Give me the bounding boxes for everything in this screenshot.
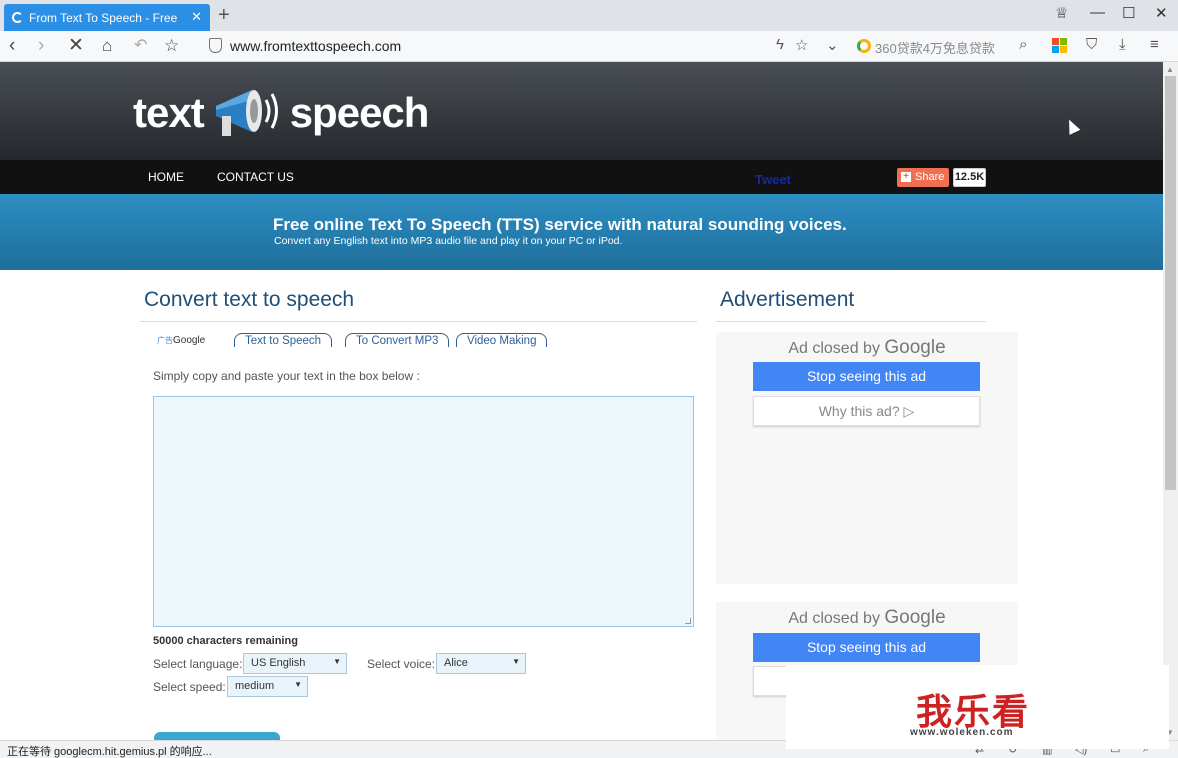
close-icon[interactable]: ✕ (1155, 4, 1168, 22)
advertisement-title: Advertisement (720, 288, 855, 311)
undo-icon[interactable]: ↶ (134, 35, 147, 57)
voice-value: Alice (444, 657, 468, 669)
ad-label-prefix: 广告 (157, 336, 173, 345)
plus-icon: + (901, 172, 911, 182)
logo-text-right: speech (289, 89, 430, 136)
chevron-down-icon[interactable]: ⌄ (826, 36, 839, 54)
search-engine-icon (857, 39, 871, 53)
scroll-up-icon[interactable]: ▲ (1166, 65, 1174, 74)
share-count: 12.5K (953, 168, 986, 187)
tab-title: From Text To Speech - Free (29, 10, 178, 25)
url-input[interactable]: www.fromtexttospeech.com (230, 38, 401, 54)
ad-label-brand: Google (173, 335, 206, 346)
loading-spinner-icon (12, 12, 23, 23)
logo-text-left: text (133, 89, 205, 136)
convert-button[interactable] (154, 732, 280, 740)
voice-select[interactable]: Alice ▼ (436, 653, 526, 674)
banner-subtitle: Convert any English text into MP3 audio … (274, 235, 623, 247)
forward-icon[interactable]: › (38, 35, 44, 57)
language-label: Select language: (153, 657, 243, 671)
tab-bar: From Text To Speech - Free ✕ + ♕ — ☐ ✕ (0, 0, 1178, 31)
site-logo[interactable]: text speech (133, 86, 430, 140)
stop-seeing-ad-button[interactable]: Stop seeing this ad (753, 362, 980, 391)
skin-icon[interactable]: ♕ (1055, 4, 1068, 22)
ad-closed-message: Ad closed by Google (788, 337, 946, 358)
resize-grip-icon[interactable] (685, 618, 691, 624)
language-value: US English (251, 657, 306, 669)
security-shield-icon[interactable] (209, 38, 222, 53)
tab-text-to-speech[interactable]: Text to Speech (234, 333, 333, 347)
share-button[interactable]: + Share (897, 168, 949, 187)
page-viewport: text speech HOME CONTACT US Tweet + Shar… (0, 62, 1163, 740)
favorite-star-icon[interactable]: ☆ (795, 36, 808, 54)
share-label: Share (915, 171, 945, 183)
megaphone-icon (215, 90, 278, 136)
instructions-text: Simply copy and paste your text in the b… (153, 369, 420, 383)
dropdown-arrow-icon: ▼ (294, 680, 302, 689)
google-brand: Google (884, 607, 946, 628)
characters-remaining: 50000 characters remaining (153, 635, 298, 647)
search-input[interactable]: 360贷款4万免息贷款 (875, 38, 995, 57)
voice-label: Select voice: (367, 657, 436, 671)
bookmark-star-icon[interactable]: ☆ (164, 35, 179, 57)
speed-label: Select speed: (153, 680, 226, 694)
ad-closed-message: Ad closed by Google (788, 607, 946, 628)
nav-home[interactable]: HOME (148, 170, 184, 184)
speed-value: medium (235, 680, 275, 692)
speed-select[interactable]: medium ▼ (227, 676, 308, 697)
search-icon[interactable]: ⌕ (1019, 36, 1027, 53)
text-input-area[interactable] (153, 396, 694, 627)
dropdown-arrow-icon: ▼ (333, 657, 341, 666)
stop-seeing-ad-button[interactable]: Stop seeing this ad (753, 633, 980, 662)
language-select[interactable]: US English ▼ (243, 653, 347, 674)
mouse-cursor-icon (1063, 117, 1081, 135)
status-text: 正在等待 googlecm.hit.gemius.pl 的响应... (7, 746, 212, 758)
maximize-icon[interactable]: ☐ (1122, 4, 1135, 22)
why-this-ad-button[interactable]: Why this ad? ▷ (753, 396, 980, 426)
download-icon[interactable]: ⤓ (1119, 36, 1126, 53)
back-icon[interactable]: ‹ (9, 35, 15, 57)
tweet-button[interactable]: Tweet (755, 172, 791, 187)
stop-icon[interactable]: ✕ (68, 35, 84, 57)
divider (140, 321, 697, 322)
lightning-icon[interactable]: ϟ (776, 36, 784, 53)
site-navbar: HOME CONTACT US (0, 160, 1163, 194)
address-bar: ‹ › ✕ ⌂ ↶ ☆ www.fromtexttospeech.com ϟ ☆… (0, 31, 1178, 62)
google-brand: Google (884, 337, 946, 358)
divider (716, 321, 986, 322)
site-header: text speech (0, 62, 1163, 160)
new-tab-button[interactable]: + (218, 4, 230, 27)
tab-convert-mp3[interactable]: To Convert MP3 (345, 333, 450, 347)
dropdown-arrow-icon: ▼ (512, 657, 520, 666)
vertical-scrollbar[interactable]: ▲ ▼ (1163, 62, 1178, 740)
hero-banner: Free online Text To Speech (TTS) service… (0, 194, 1163, 270)
google-ad-label[interactable]: 广告Google (157, 335, 205, 346)
scroll-thumb[interactable] (1165, 76, 1176, 490)
menu-icon[interactable]: ≡ (1150, 36, 1159, 53)
shield-icon[interactable]: ⛉ (1086, 36, 1097, 53)
tab-close-icon[interactable]: ✕ (191, 9, 202, 25)
nav-contact-us[interactable]: CONTACT US (217, 170, 294, 184)
home-icon[interactable]: ⌂ (102, 35, 112, 57)
apps-icon[interactable] (1052, 38, 1067, 53)
watermark-logo: 我乐看 www.woleken.com (786, 665, 1169, 749)
watermark-url: www.woleken.com (910, 727, 1014, 738)
minimize-icon[interactable]: — (1090, 4, 1105, 21)
tab-video-making[interactable]: Video Making (456, 333, 548, 347)
page-title: Convert text to speech (144, 288, 355, 311)
browser-tab[interactable]: From Text To Speech - Free ✕ (4, 4, 210, 31)
ad-slot: Ad closed by Google Stop seeing this ad … (716, 332, 1018, 584)
banner-title: Free online Text To Speech (TTS) service… (273, 215, 847, 234)
